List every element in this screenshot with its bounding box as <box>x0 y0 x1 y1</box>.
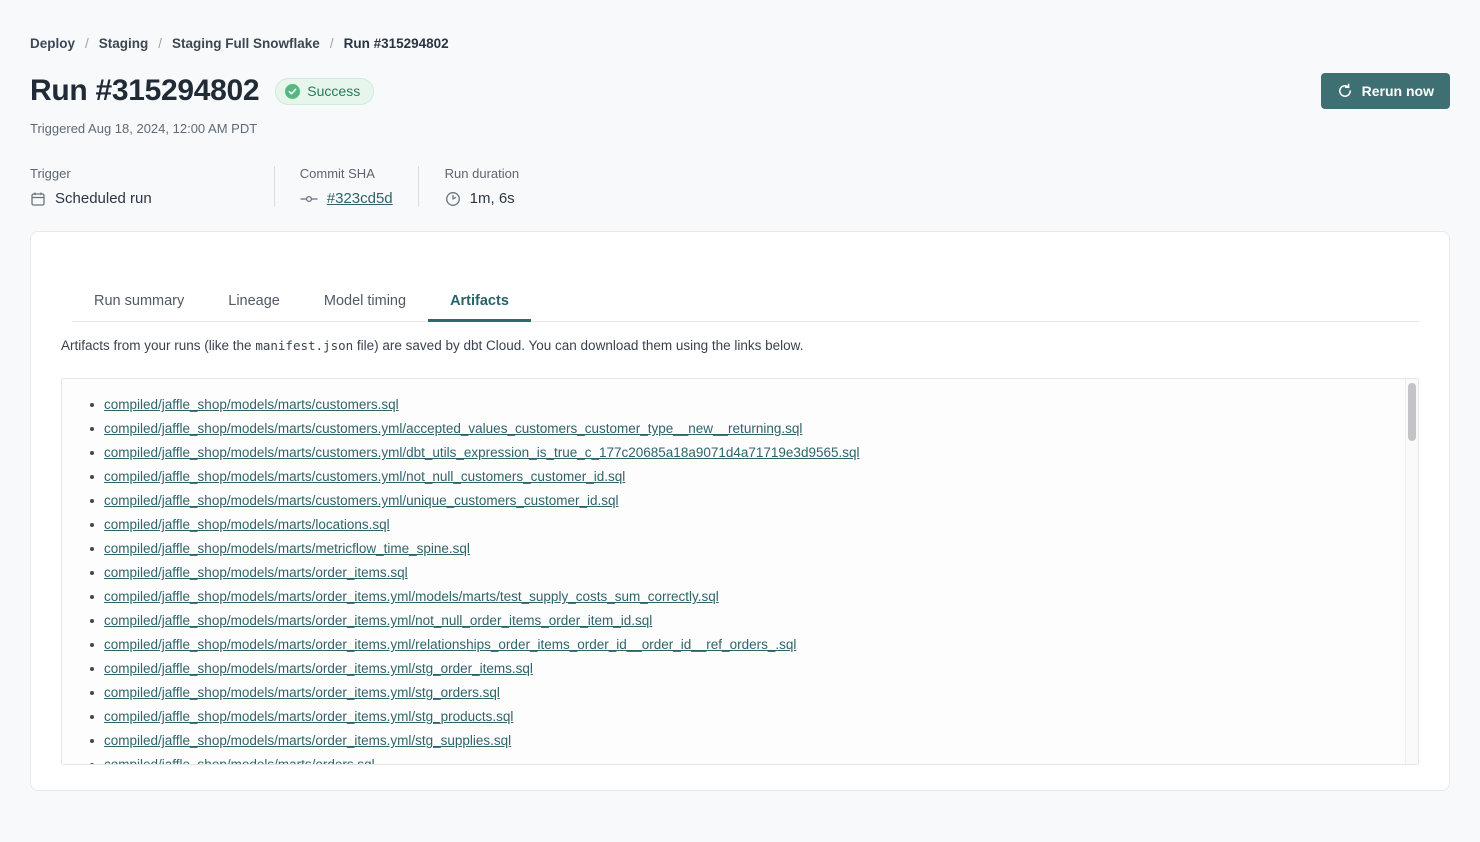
artifact-list-item: compiled/jaffle_shop/models/marts/custom… <box>90 465 1378 489</box>
run-duration-label: Run duration <box>445 166 519 181</box>
artifact-link[interactable]: compiled/jaffle_shop/models/marts/locati… <box>104 513 390 537</box>
tab-artifacts[interactable]: Artifacts <box>428 284 531 321</box>
tab-model-timing[interactable]: Model timing <box>302 284 428 321</box>
clock-icon <box>445 191 461 207</box>
artifact-list-item: compiled/jaffle_shop/models/marts/order_… <box>90 609 1378 633</box>
bullet-icon <box>90 451 94 455</box>
artifact-list-item: compiled/jaffle_shop/models/marts/order_… <box>90 681 1378 705</box>
artifacts-list: compiled/jaffle_shop/models/marts/custom… <box>62 379 1418 765</box>
commit-sha-link[interactable]: #323cd5d <box>327 190 393 207</box>
manifest-json-code: manifest.json <box>255 338 353 353</box>
artifact-link[interactable]: compiled/jaffle_shop/models/marts/custom… <box>104 417 802 441</box>
artifact-link[interactable]: compiled/jaffle_shop/models/marts/order_… <box>104 729 511 753</box>
artifact-link[interactable]: compiled/jaffle_shop/models/marts/custom… <box>104 489 618 513</box>
artifact-list-item: compiled/jaffle_shop/models/marts/locati… <box>90 513 1378 537</box>
meta-duration: Run duration 1m, 6s <box>418 166 519 207</box>
trigger-value: Scheduled run <box>55 190 152 207</box>
artifact-link[interactable]: compiled/jaffle_shop/models/marts/orders… <box>104 753 375 765</box>
tab-lineage[interactable]: Lineage <box>206 284 302 321</box>
artifact-link[interactable]: compiled/jaffle_shop/models/marts/order_… <box>104 609 652 633</box>
artifact-link[interactable]: compiled/jaffle_shop/models/marts/custom… <box>104 441 860 465</box>
run-duration-value: 1m, 6s <box>470 190 515 207</box>
breadcrumb-current: Run #315294802 <box>344 36 449 51</box>
artifact-link[interactable]: compiled/jaffle_shop/models/marts/custom… <box>104 465 625 489</box>
commit-sha-label: Commit SHA <box>300 166 393 181</box>
artifact-link[interactable]: compiled/jaffle_shop/models/marts/order_… <box>104 633 796 657</box>
tab-run-summary[interactable]: Run summary <box>72 284 206 321</box>
rerun-now-button[interactable]: Rerun now <box>1321 73 1450 109</box>
artifact-list-item: compiled/jaffle_shop/models/marts/order_… <box>90 657 1378 681</box>
artifact-link[interactable]: compiled/jaffle_shop/models/marts/order_… <box>104 705 513 729</box>
meta-commit: Commit SHA #323cd5d <box>274 166 418 207</box>
bullet-icon <box>90 595 94 599</box>
rerun-now-label: Rerun now <box>1362 83 1434 99</box>
artifacts-list-box: compiled/jaffle_shop/models/marts/custom… <box>61 378 1419 765</box>
breadcrumb-item[interactable]: Staging <box>99 36 149 51</box>
artifact-list-item: compiled/jaffle_shop/models/marts/custom… <box>90 393 1378 417</box>
bullet-icon <box>90 643 94 647</box>
page-title: Run #315294802 <box>30 74 259 108</box>
bullet-icon <box>90 547 94 551</box>
page-header: Run #315294802 Success Rerun now <box>30 73 1450 109</box>
artifact-list-item: compiled/jaffle_shop/models/marts/order_… <box>90 585 1378 609</box>
status-label: Success <box>307 83 360 99</box>
bullet-icon <box>90 763 94 765</box>
artifact-list-item: compiled/jaffle_shop/models/marts/order_… <box>90 729 1378 753</box>
bullet-icon <box>90 523 94 527</box>
bullet-icon <box>90 427 94 431</box>
artifact-list-item: compiled/jaffle_shop/models/marts/order_… <box>90 633 1378 657</box>
status-badge: Success <box>275 78 374 105</box>
artifact-link[interactable]: compiled/jaffle_shop/models/marts/metric… <box>104 537 470 561</box>
run-detail-card: Run summaryLineageModel timing Artifacts … <box>30 231 1450 791</box>
breadcrumb-separator: / <box>85 36 89 51</box>
bullet-icon <box>90 691 94 695</box>
artifacts-description-prefix: Artifacts from your runs (like the <box>61 338 255 353</box>
artifact-list-item: compiled/jaffle_shop/models/marts/custom… <box>90 417 1378 441</box>
bullet-icon <box>90 571 94 575</box>
bullet-icon <box>90 715 94 719</box>
meta-trigger: Trigger Scheduled run <box>30 166 274 207</box>
bullet-icon <box>90 475 94 479</box>
artifacts-description-suffix: file) are saved by dbt Cloud. You can do… <box>353 338 803 353</box>
refresh-icon <box>1337 83 1353 99</box>
bullet-icon <box>90 619 94 623</box>
run-meta: Trigger Scheduled run Commit SHA #323cd5… <box>30 166 1450 207</box>
tab-bar: Run summaryLineageModel timingArtifacts <box>72 284 1419 322</box>
artifact-link[interactable]: compiled/jaffle_shop/models/marts/order_… <box>104 561 408 585</box>
breadcrumb-separator: / <box>330 36 334 51</box>
breadcrumb: Deploy / Staging / Staging Full Snowflake / Ru… <box>30 0 1450 51</box>
git-commit-icon <box>300 191 318 207</box>
scrollbar-track[interactable] <box>1405 379 1418 764</box>
trigger-label: Trigger <box>30 166 152 181</box>
breadcrumb-separator: / <box>158 36 162 51</box>
calendar-icon <box>30 191 46 207</box>
artifact-link[interactable]: compiled/jaffle_shop/models/marts/order_… <box>104 585 719 609</box>
artifact-list-item: compiled/jaffle_shop/models/marts/order_… <box>90 561 1378 585</box>
triggered-timestamp: Triggered Aug 18, 2024, 12:00 AM PDT <box>30 121 1450 136</box>
artifact-list-item: compiled/jaffle_shop/models/marts/custom… <box>90 441 1378 465</box>
bullet-icon <box>90 667 94 671</box>
artifact-list-item: compiled/jaffle_shop/models/marts/custom… <box>90 489 1378 513</box>
artifact-list-item: compiled/jaffle_shop/models/marts/metric… <box>90 537 1378 561</box>
artifacts-description: Artifacts from your runs (like the manif… <box>61 338 1419 353</box>
breadcrumb-item[interactable]: Staging Full Snowflake <box>172 36 320 51</box>
bullet-icon <box>90 403 94 407</box>
bullet-icon <box>90 739 94 743</box>
bullet-icon <box>90 499 94 503</box>
artifact-link[interactable]: compiled/jaffle_shop/models/marts/order_… <box>104 657 533 681</box>
check-circle-icon <box>285 84 300 99</box>
breadcrumb-item[interactable]: Deploy <box>30 36 75 51</box>
artifact-list-item: compiled/jaffle_shop/models/marts/orders… <box>90 753 1378 765</box>
artifact-link[interactable]: compiled/jaffle_shop/models/marts/custom… <box>104 393 399 417</box>
artifact-link[interactable]: compiled/jaffle_shop/models/marts/order_… <box>104 681 500 705</box>
artifact-list-item: compiled/jaffle_shop/models/marts/order_… <box>90 705 1378 729</box>
scrollbar-thumb[interactable] <box>1408 383 1416 441</box>
